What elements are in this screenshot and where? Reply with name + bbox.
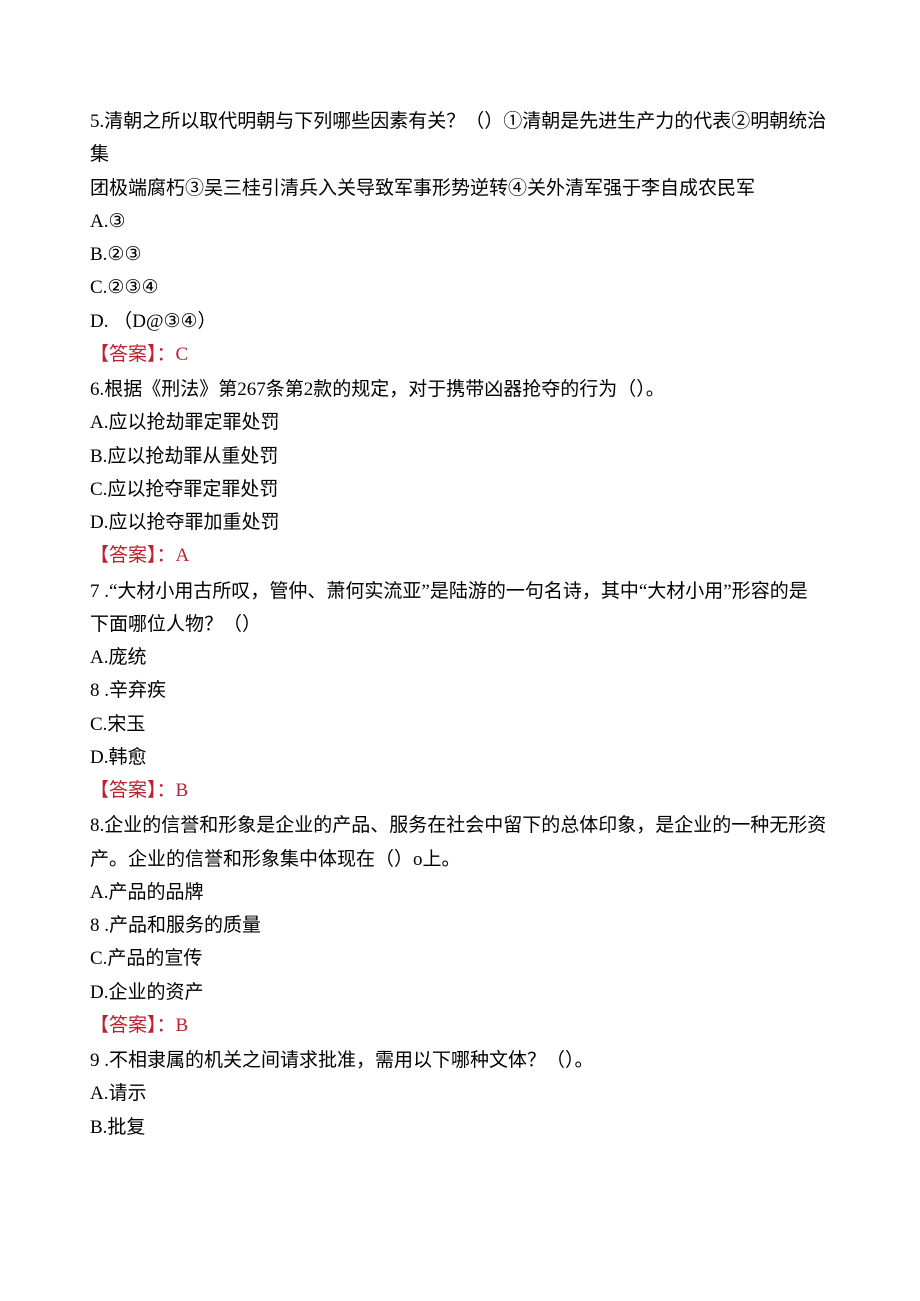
answer-line: 【答案】：A (90, 539, 830, 572)
question-text-line: 6.根据《刑法》第267条第2款的规定，对于携带凶器抢夺的行为（）。 (90, 373, 830, 406)
question-text-line: 产。企业的信誉和形象集中体现在（）o上。 (90, 843, 830, 876)
option-c: C.产品的宣传 (90, 942, 830, 975)
question-text-line: 7 .“大材小用古所叹，管仲、萧何实流亚”是陆游的一句名诗，其中“大材小用”形容… (90, 575, 830, 608)
option-b: B.②③ (90, 238, 830, 271)
answer-label: 【答案】： (90, 780, 176, 801)
answer-line: 【答案】：B (90, 1009, 830, 1042)
answer-line: 【答案】：C (90, 338, 830, 371)
answer-label: 【答案】： (90, 1015, 176, 1036)
question-text-line: 下面哪位人物？（） (90, 608, 830, 641)
answer-value: A (176, 545, 190, 566)
answer-line: 【答案】：B (90, 774, 830, 807)
option-b: 8 .产品和服务的质量 (90, 909, 830, 942)
option-a: A.请示 (90, 1077, 830, 1110)
option-b: B.批复 (90, 1111, 830, 1144)
question-8: 8.企业的信誉和形象是企业的产品、服务在社会中留下的总体印象，是企业的一种无形资… (90, 809, 830, 1042)
answer-value: B (176, 780, 189, 801)
option-a: A.庞统 (90, 641, 830, 674)
question-6: 6.根据《刑法》第267条第2款的规定，对于携带凶器抢夺的行为（）。 A.应以抢… (90, 373, 830, 573)
answer-label: 【答案】： (90, 545, 176, 566)
question-text-line: 9 .不相隶属的机关之间请求批准，需用以下哪种文体？（）。 (90, 1044, 830, 1077)
option-d: D.韩愈 (90, 741, 830, 774)
question-text-line: 8.企业的信誉和形象是企业的产品、服务在社会中留下的总体印象，是企业的一种无形资 (90, 809, 830, 842)
question-text-line: 团极端腐朽③吴三桂引清兵入关导致军事形势逆转④关外清军强于李自成农民军 (90, 172, 830, 205)
question-5: 5.清朝之所以取代明朝与下列哪些因素有关？（）①清朝是先进生产力的代表②明朝统治… (90, 105, 830, 371)
option-b: 8 .辛弃疾 (90, 674, 830, 707)
option-c: C.应以抢夺罪定罪处罚 (90, 473, 830, 506)
option-a: A.③ (90, 205, 830, 238)
option-a: A.应以抢劫罪定罪处罚 (90, 406, 830, 439)
answer-value: B (176, 1015, 189, 1036)
option-b: B.应以抢劫罪从重处罚 (90, 440, 830, 473)
option-c: C.宋玉 (90, 708, 830, 741)
answer-value: C (176, 344, 189, 365)
option-c: C.②③④ (90, 271, 830, 304)
option-d: D.应以抢夺罪加重处罚 (90, 506, 830, 539)
option-a: A.产品的品牌 (90, 876, 830, 909)
option-d: D. （D@③④） (90, 305, 830, 338)
question-7: 7 .“大材小用古所叹，管仲、萧何实流亚”是陆游的一句名诗，其中“大材小用”形容… (90, 575, 830, 808)
option-d: D.企业的资产 (90, 976, 830, 1009)
answer-label: 【答案】： (90, 344, 176, 365)
question-9: 9 .不相隶属的机关之间请求批准，需用以下哪种文体？（）。 A.请示 B.批复 (90, 1044, 830, 1144)
question-text-line: 5.清朝之所以取代明朝与下列哪些因素有关？（）①清朝是先进生产力的代表②明朝统治… (90, 105, 830, 172)
